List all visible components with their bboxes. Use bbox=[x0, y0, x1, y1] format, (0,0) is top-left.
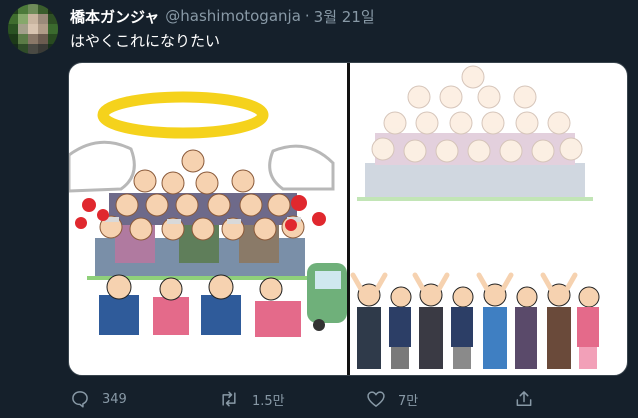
image-divider bbox=[347, 63, 350, 375]
share-button[interactable] bbox=[514, 386, 534, 412]
like-count: 7만 bbox=[398, 393, 419, 409]
retweet-count: 1.5만 bbox=[252, 393, 285, 409]
car bbox=[307, 263, 347, 331]
reply-icon bbox=[72, 391, 88, 408]
tweet-date[interactable]: 3월 21일 bbox=[314, 6, 375, 27]
left-wing bbox=[69, 140, 136, 193]
right-panel bbox=[350, 65, 600, 369]
separator: · bbox=[304, 7, 310, 25]
tweet-header: 橋本ガンジャ @hashimotoganja · 3월 21일 bbox=[70, 6, 375, 26]
reply-count: 349 bbox=[102, 391, 127, 407]
like-button[interactable]: 7만 bbox=[366, 386, 418, 412]
right-wing bbox=[268, 144, 335, 191]
heart-icon bbox=[367, 391, 385, 407]
tweet-media[interactable] bbox=[68, 62, 628, 376]
faded-ground-line bbox=[357, 197, 593, 201]
cheering-workers bbox=[350, 272, 600, 369]
retweet-button[interactable]: 1.5만 bbox=[218, 386, 285, 412]
tweet-text: はやくこれになりたい bbox=[70, 32, 221, 50]
share-icon bbox=[516, 391, 532, 406]
tweet-actions: 349 1.5만 7만 bbox=[68, 386, 628, 412]
avatar[interactable] bbox=[8, 4, 58, 54]
avatar-image bbox=[8, 4, 58, 54]
meme-illustration bbox=[69, 63, 600, 375]
reply-button[interactable]: 349 bbox=[70, 386, 127, 412]
retweet-icon bbox=[222, 391, 236, 407]
halo bbox=[97, 91, 269, 139]
faded-elderly-crowd bbox=[365, 65, 585, 197]
worker-row bbox=[99, 274, 301, 337]
left-panel bbox=[69, 91, 347, 337]
user-handle[interactable]: @hashimotoganja bbox=[165, 7, 301, 25]
display-name[interactable]: 橋本ガンジャ bbox=[70, 6, 159, 27]
